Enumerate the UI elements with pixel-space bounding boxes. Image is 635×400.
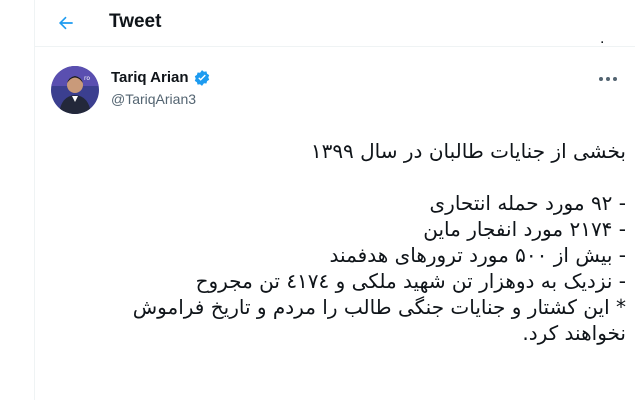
svg-text:ro: ro: [84, 75, 90, 82]
more-options-button[interactable]: [595, 70, 621, 88]
header-trailing-text: .: [600, 30, 605, 47]
back-button[interactable]: [49, 8, 83, 38]
arrow-left-icon: [58, 16, 73, 30]
tweet-line: - نزدیک به دوهزار تن شهید ملکی و ٤١٧٤ تن…: [195, 269, 626, 293]
more-horizontal-icon: [599, 77, 617, 81]
tweet-title-line: بخشی از جنایات طالبان در سال ۱۳۹۹: [310, 139, 626, 163]
tweet-line: * این کشتار و جنایات جنگی طالب را مردم و…: [132, 295, 626, 319]
tweet-line: - ۹۲ مورد حمله انتحاری: [429, 191, 627, 215]
verified-badge-icon: [193, 69, 211, 87]
tweet: ro Tariq Arian @TariqArian3 بخشی از جنای…: [35, 58, 635, 400]
avatar[interactable]: ro: [51, 66, 99, 114]
author-name[interactable]: Tariq Arian: [111, 69, 189, 86]
tweet-detail-panel: Tweet . ro Tariq Arian @TariqArian3 بخشی…: [34, 0, 635, 400]
tweet-line: - بیش از ۵۰۰ مورد ترورهای هدفمند: [329, 243, 626, 267]
tweet-line: - ۲۱۷۴ مورد انفجار ماین: [423, 217, 626, 241]
page-header: Tweet .: [35, 0, 635, 47]
tweet-line: نخواهند کرد.: [522, 321, 626, 345]
author-handle[interactable]: @TariqArian3: [111, 91, 196, 107]
page-title: Tweet: [109, 11, 162, 32]
tweet-text: بخشی از جنایات طالبان در سال ۱۳۹۹ - ۹۲ م…: [66, 138, 626, 346]
